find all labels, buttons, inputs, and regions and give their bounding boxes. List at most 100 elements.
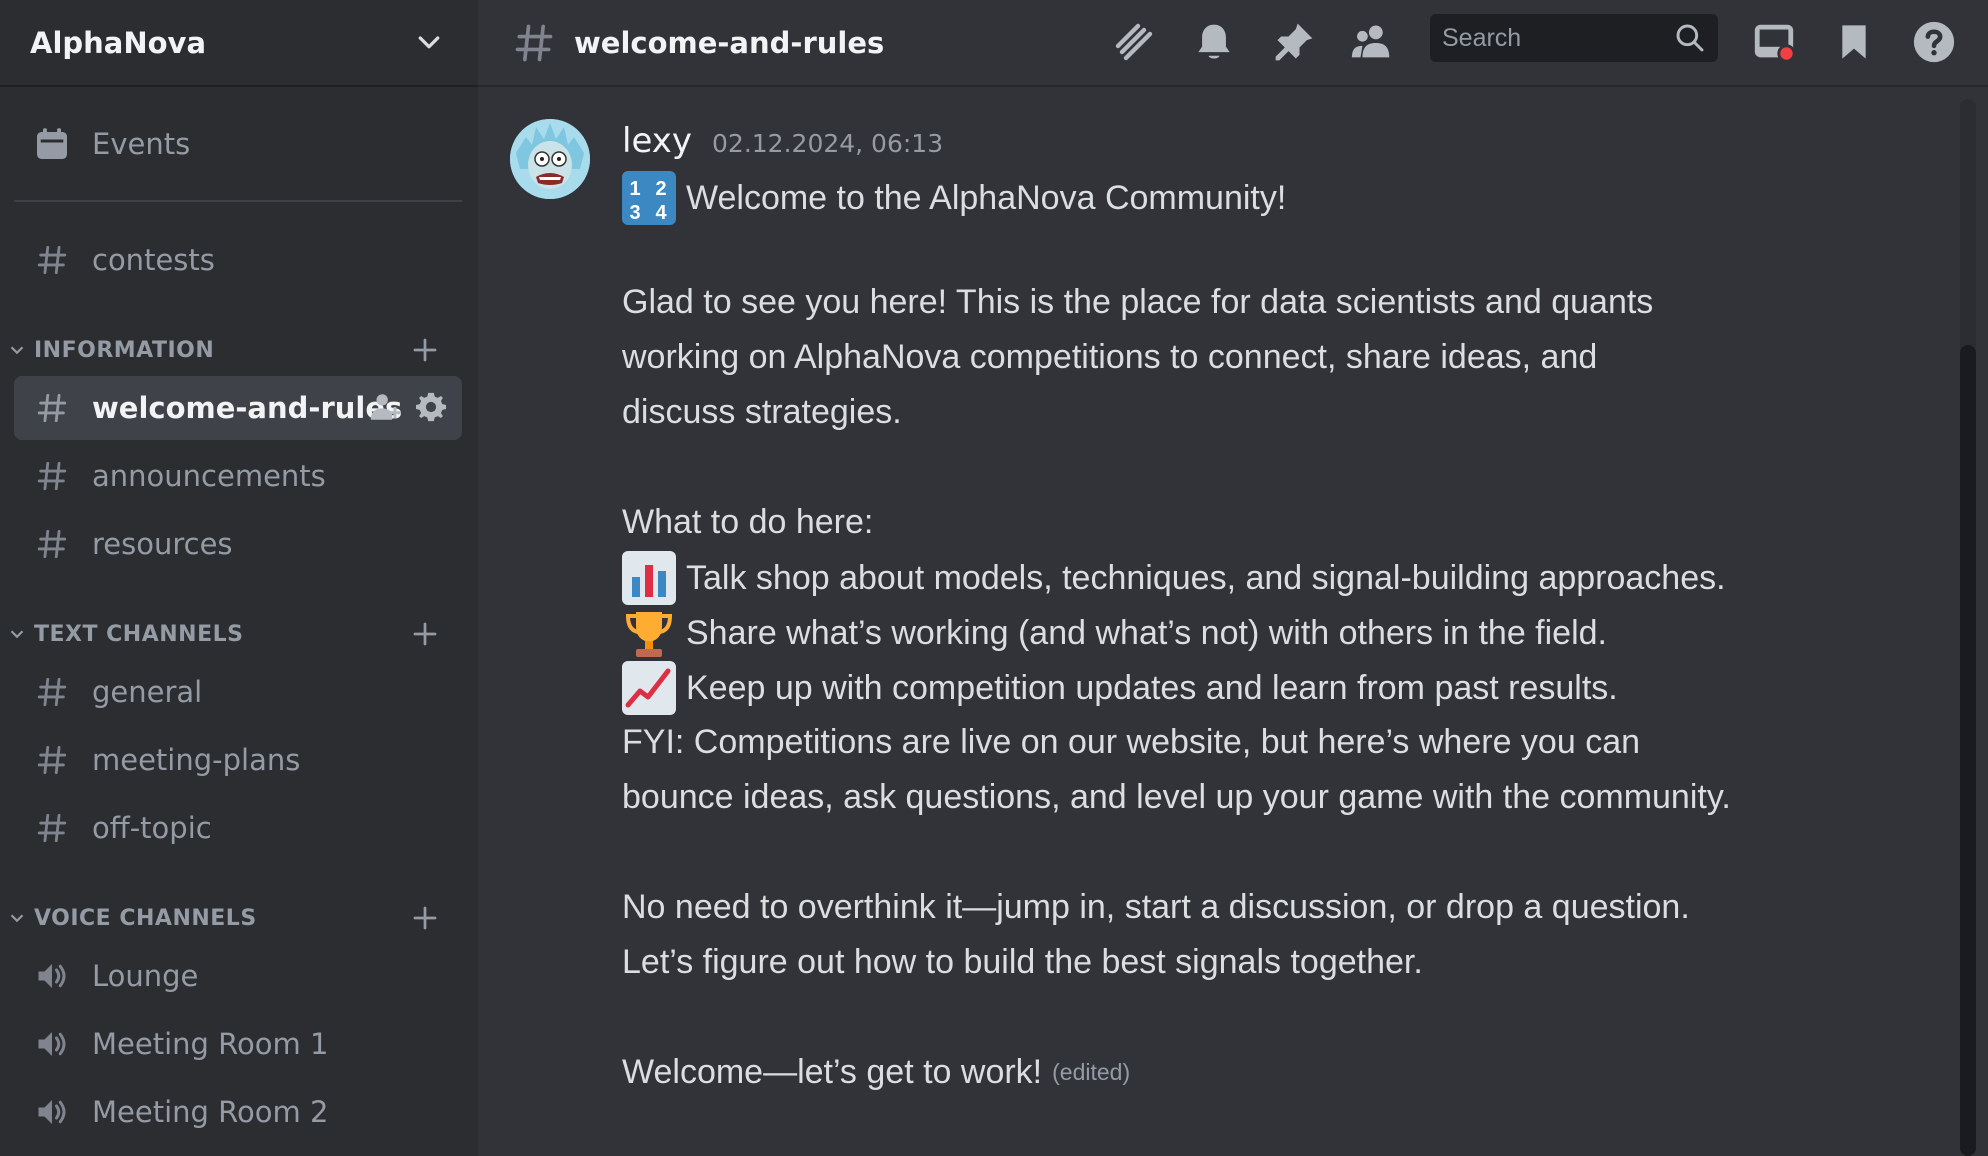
message-line: Let’s figure out how to build the best s… <box>622 943 1423 982</box>
message-text: discuss strategies. <box>622 393 902 431</box>
chevron-down-icon <box>10 346 24 355</box>
sidebar-item-label: welcome-and-rules <box>92 391 403 425</box>
numbers-emoji: 1234 <box>622 171 676 225</box>
message-line: FYI: Competitions are live on our websit… <box>622 723 1640 762</box>
message-timestamp: 02.12.2024, 06:13 <box>712 129 944 158</box>
sidebar-item-label: contests <box>92 243 215 277</box>
sidebar-item-general[interactable]: general <box>14 660 462 724</box>
chevron-down-icon[interactable] <box>414 28 444 58</box>
members-icon[interactable] <box>1346 16 1398 68</box>
sidebar-item-contests[interactable]: contests <box>14 228 462 292</box>
search-input[interactable] <box>1442 23 1674 53</box>
pin-icon[interactable] <box>1268 16 1320 68</box>
message-text: FYI: Competitions are live on our websit… <box>622 723 1641 761</box>
threads-icon[interactable] <box>1108 16 1160 68</box>
channel-header: welcome-and-rules <box>478 0 1988 87</box>
hash-icon <box>32 740 72 780</box>
inbox-icon[interactable] <box>1748 16 1800 68</box>
search-icon <box>1676 24 1704 52</box>
speaker-icon <box>32 956 72 996</box>
message-line: Welcome—let’s get to work! (edited) <box>622 1053 1130 1092</box>
hash-icon <box>32 524 72 564</box>
hash-icon <box>32 388 72 428</box>
sidebar-item-welcome-and-rules[interactable]: welcome-and-rules <box>14 376 462 440</box>
sidebar-item-label: off-topic <box>92 811 212 845</box>
server-header[interactable]: AlphaNova <box>0 0 478 87</box>
sidebar-item-label: resources <box>92 527 233 561</box>
message-text: What to do here: <box>622 503 874 541</box>
message-text: Share what’s working (and what’s not) wi… <box>686 613 1608 652</box>
sidebar-item-events[interactable]: Events <box>14 112 462 176</box>
message-list: lexy 02.12.2024, 06:13 1234 Welcome to t… <box>478 89 1988 1156</box>
sidebar-item-label: meeting-plans <box>92 743 301 777</box>
message-text: Keep up with competition updates and lea… <box>686 668 1618 707</box>
message-text: Glad to see you here! This is the place … <box>622 283 1654 321</box>
sidebar-divider <box>14 200 462 202</box>
search-bar[interactable] <box>1430 14 1718 62</box>
chevron-down-icon <box>10 630 24 639</box>
bar-chart-emoji <box>622 551 676 605</box>
plus-icon[interactable] <box>410 903 440 933</box>
message-line: working on AlphaNova competitions to con… <box>622 338 1597 377</box>
sidebar-item-label: general <box>92 675 203 709</box>
message-text: Talk shop about models, techniques, and … <box>686 558 1726 597</box>
message-line: No need to overthink it—jump in, start a… <box>622 888 1690 927</box>
speaker-icon <box>32 1092 72 1132</box>
svg-text:4: 4 <box>655 202 667 224</box>
bookmark-icon[interactable] <box>1828 16 1880 68</box>
message-header: lexy 02.12.2024, 06:13 <box>622 121 943 161</box>
trophy-emoji <box>622 606 676 660</box>
hash-icon <box>32 808 72 848</box>
channel-sidebar: AlphaNova Events contests INFORMATION we… <box>0 0 478 1156</box>
sidebar-item-label: Lounge <box>92 959 199 993</box>
message-line: Keep up with competition updates and lea… <box>622 661 1618 715</box>
avatar[interactable] <box>510 119 590 199</box>
sidebar-item-lounge[interactable]: Lounge <box>14 944 462 1008</box>
category-voice-channels[interactable]: VOICE CHANNELS <box>6 898 456 938</box>
chart-increasing-emoji <box>622 661 676 715</box>
message-text: Welcome to the AlphaNova Community! <box>686 178 1287 217</box>
message-author[interactable]: lexy <box>622 121 692 161</box>
scrollbar-thumb[interactable] <box>1960 345 1976 1156</box>
sidebar-item-announcements[interactable]: announcements <box>14 444 462 508</box>
message-line: What to do here: <box>622 503 873 542</box>
message-line: 1234 Welcome to the AlphaNova Community! <box>622 171 1286 225</box>
speaker-icon <box>32 1024 72 1064</box>
svg-text:3: 3 <box>629 202 640 224</box>
sidebar-item-label: announcements <box>92 459 326 493</box>
message-text: Welcome—let’s get to work! <box>622 1053 1043 1091</box>
category-label: TEXT CHANNELS <box>34 621 244 647</box>
category-label: INFORMATION <box>34 337 215 363</box>
message-text: bounce ideas, ask questions, and level u… <box>622 778 1731 816</box>
message-line: discuss strategies. <box>622 393 902 432</box>
hash-icon <box>32 672 72 712</box>
gear-icon[interactable] <box>414 390 448 424</box>
sidebar-item-off-topic[interactable]: off-topic <box>14 796 462 860</box>
sidebar-item-label: Events <box>92 127 191 161</box>
plus-icon[interactable] <box>410 335 440 365</box>
sidebar-item-meeting-room-1[interactable]: Meeting Room 1 <box>14 1012 462 1076</box>
message-text: working on AlphaNova competitions to con… <box>622 338 1598 376</box>
category-label: VOICE CHANNELS <box>34 905 257 931</box>
category-information[interactable]: INFORMATION <box>6 330 456 370</box>
calendar-icon <box>32 124 72 164</box>
help-icon[interactable] <box>1908 16 1960 68</box>
add-member-icon[interactable] <box>368 390 402 424</box>
hash-icon <box>32 456 72 496</box>
sidebar-item-resources[interactable]: resources <box>14 512 462 576</box>
svg-text:1: 1 <box>629 178 640 200</box>
category-text-channels[interactable]: TEXT CHANNELS <box>6 614 456 654</box>
server-name: AlphaNova <box>30 25 207 60</box>
message-line: Talk shop about models, techniques, and … <box>622 551 1726 605</box>
edited-label: (edited) <box>1052 1059 1131 1085</box>
sidebar-item-meeting-plans[interactable]: meeting-plans <box>14 728 462 792</box>
sidebar-item-meeting-room-2[interactable]: Meeting Room 2 <box>14 1080 462 1144</box>
message-line: bounce ideas, ask questions, and level u… <box>622 778 1731 817</box>
plus-icon[interactable] <box>410 619 440 649</box>
svg-text:2: 2 <box>655 178 666 200</box>
message-line: Glad to see you here! This is the place … <box>622 283 1653 322</box>
message-line: Share what’s working (and what’s not) wi… <box>622 606 1607 660</box>
bell-icon[interactable] <box>1188 16 1240 68</box>
sidebar-item-label: Meeting Room 1 <box>92 1027 329 1061</box>
message-text: Let’s figure out how to build the best s… <box>622 943 1423 981</box>
